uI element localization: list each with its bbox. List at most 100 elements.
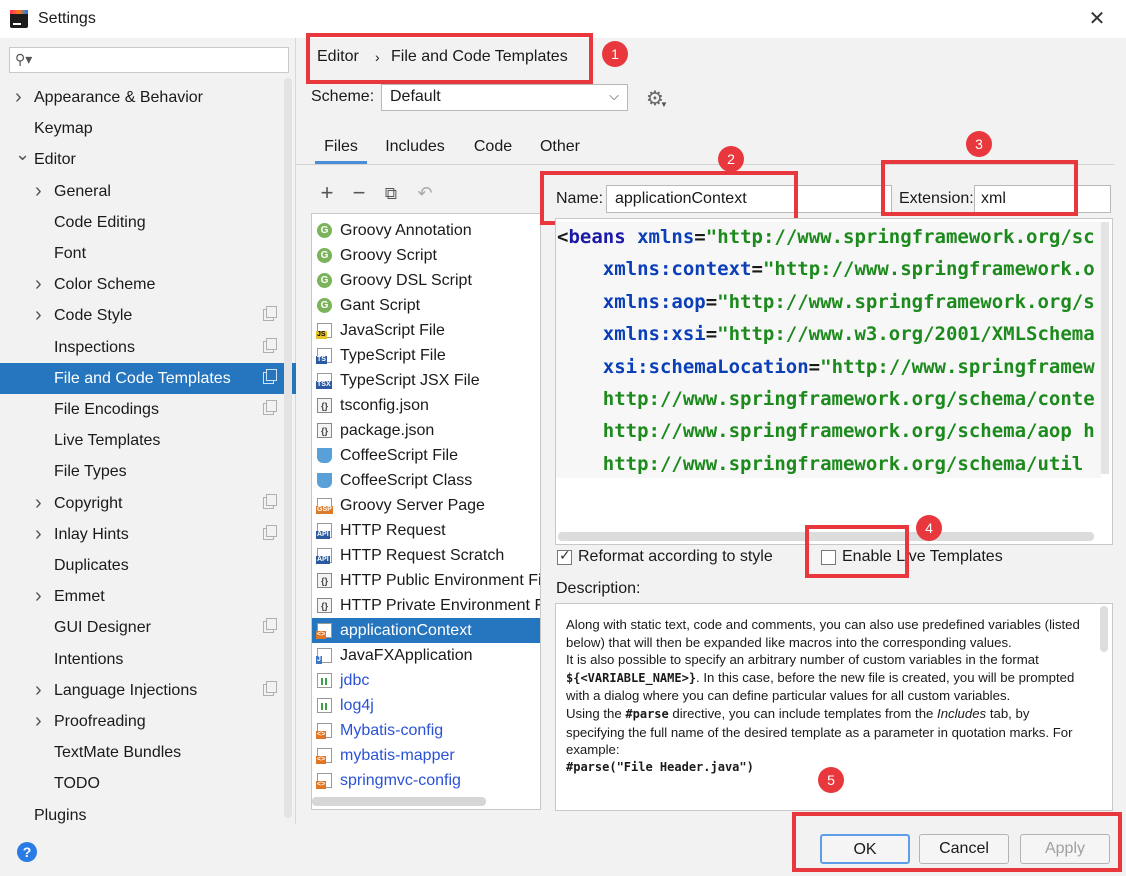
chevron-right-icon[interactable]: › — [35, 176, 42, 207]
sidebar-item-label: File Types — [54, 463, 127, 480]
reformat-label[interactable]: Reformat according to style — [578, 548, 773, 566]
sidebar-item-proofreading[interactable]: › Proofreading — [0, 706, 296, 737]
add-icon[interactable]: + — [315, 180, 339, 206]
template-list-item[interactable]: {} HTTP Private Environment File — [312, 593, 540, 618]
sidebar-item-color-scheme[interactable]: › Color Scheme — [0, 269, 296, 300]
sidebar-item-emmet[interactable]: › Emmet — [0, 581, 296, 612]
sidebar-item-editor[interactable]: ⌄ Editor — [0, 144, 296, 175]
sidebar-item-code-editing[interactable]: Code Editing — [0, 207, 296, 238]
chevron-right-icon[interactable]: › — [35, 675, 42, 706]
template-list-item-label: Groovy Annotation — [340, 222, 472, 239]
chevron-right-icon[interactable]: › — [35, 706, 42, 737]
template-list-item[interactable]: JS JavaScript File — [312, 318, 540, 343]
settings-search-input[interactable] — [9, 47, 289, 73]
sidebar-item-label: Code Style — [54, 307, 133, 324]
description-label: Description: — [556, 580, 641, 597]
sidebar-item-keymap[interactable]: Keymap — [0, 113, 296, 144]
template-list-item[interactable]: CoffeeScript File — [312, 443, 540, 468]
template-list-item[interactable]: <> springmvc-config — [312, 768, 540, 793]
sidebar-item-intentions[interactable]: Intentions — [0, 644, 296, 675]
chevron-right-icon[interactable]: › — [15, 82, 22, 113]
annotation-box-3 — [881, 160, 1078, 216]
template-list-item[interactable]: G Groovy Annotation — [312, 218, 540, 243]
tab-other[interactable]: Other — [535, 132, 585, 164]
template-list-item[interactable]: {} HTTP Public Environment File — [312, 568, 540, 593]
gear-dropdown-caret-icon: ▼ — [660, 100, 668, 109]
sidebar-item-plugins[interactable]: Plugins — [0, 800, 296, 831]
template-list-item-label: springmvc-config — [340, 772, 461, 789]
groovy-file-icon: G — [317, 248, 332, 263]
sidebar-item-font[interactable]: Font — [0, 238, 296, 269]
sidebar-item-label: Inlay Hints — [54, 526, 129, 543]
sidebar-item-file-and-code-templates[interactable]: File and Code Templates — [0, 363, 296, 394]
chevron-right-icon[interactable]: › — [35, 519, 42, 550]
sidebar-item-live-templates[interactable]: Live Templates — [0, 425, 296, 456]
chevron-down-icon[interactable]: ⌄ — [15, 139, 30, 170]
help-icon[interactable]: ? — [17, 842, 37, 862]
sidebar-item-inlay-hints[interactable]: › Inlay Hints — [0, 519, 296, 550]
scheme-dropdown[interactable]: Default ⌵ — [381, 84, 628, 111]
template-list-item[interactable]: <> Mybatis-config — [312, 718, 540, 743]
description-paragraph-3: Using the #parse directive, you can incl… — [566, 705, 1073, 758]
template-list-item[interactable]: API HTTP Request — [312, 518, 540, 543]
template-list-item[interactable]: <> applicationContext — [312, 618, 540, 643]
sidebar-item-gui-designer[interactable]: GUI Designer — [0, 612, 296, 643]
template-list-item[interactable]: <> mybatis-mapper — [312, 743, 540, 768]
template-list-item[interactable]: {} package.json — [312, 418, 540, 443]
scheme-label: Scheme: — [311, 88, 375, 105]
reformat-checkbox[interactable] — [557, 547, 572, 565]
sidebar-item-file-encodings[interactable]: File Encodings — [0, 394, 296, 425]
annotation-badge-2: 2 — [718, 146, 744, 172]
remove-icon[interactable]: − — [347, 180, 371, 206]
code-line: xsi:schemaLocation="http://www.springfra… — [602, 355, 1095, 378]
project-scope-icon — [263, 525, 277, 540]
chevron-right-icon[interactable]: › — [35, 269, 42, 300]
copy-icon[interactable]: ⧉ — [379, 184, 403, 204]
template-list-item[interactable]: G Groovy Script — [312, 243, 540, 268]
close-icon[interactable]: ✕ — [1086, 6, 1108, 31]
template-list-item[interactable]: J JavaFXApplication — [312, 643, 540, 668]
tab-code[interactable]: Code — [469, 132, 517, 164]
sidebar-item-label: Copyright — [54, 495, 123, 512]
chevron-down-icon: ⌵ — [609, 88, 619, 103]
template-list[interactable]: G Groovy Annotation G Groovy Script G Groovy … — [311, 213, 541, 810]
template-list-item[interactable]: G Groovy DSL Script — [312, 268, 540, 293]
template-list-item[interactable]: TSX TypeScript JSX File — [312, 368, 540, 393]
sidebar-item-general[interactable]: › General — [0, 176, 296, 207]
template-list-item[interactable]: G Gant Script — [312, 293, 540, 318]
template-list-item[interactable]: log4j — [312, 693, 540, 718]
sidebar-item-duplicates[interactable]: Duplicates — [0, 550, 296, 581]
sidebar-item-inspections[interactable]: Inspections — [0, 332, 296, 363]
chevron-right-icon[interactable]: › — [35, 488, 42, 519]
template-list-item[interactable]: {} tsconfig.json — [312, 393, 540, 418]
tab-files[interactable]: Files — [315, 132, 367, 164]
sidebar-item-language-injections[interactable]: › Language Injections — [0, 675, 296, 706]
template-list-item-label: HTTP Request Scratch — [340, 547, 505, 564]
template-list-item[interactable]: TS TypeScript File — [312, 343, 540, 368]
chevron-right-icon[interactable]: › — [35, 581, 42, 612]
sidebar-item-copyright[interactable]: › Copyright — [0, 488, 296, 519]
sidebar-item-label: Color Scheme — [54, 276, 156, 293]
template-list-item[interactable]: CoffeeScript Class — [312, 468, 540, 493]
template-list-item[interactable]: GSP Groovy Server Page — [312, 493, 540, 518]
code-vertical-scrollbar[interactable] — [1101, 222, 1109, 474]
template-list-item[interactable]: API HTTP Request Scratch — [312, 543, 540, 568]
sidebar-scrollbar[interactable] — [284, 78, 292, 818]
sidebar-item-appearance-behavior[interactable]: › Appearance & Behavior — [0, 82, 296, 113]
reset-icon[interactable]: ↶ — [413, 183, 437, 204]
template-list-item-label: CoffeeScript File — [340, 447, 458, 464]
xml-file-icon: <> — [316, 723, 332, 739]
json-file-icon: {} — [317, 573, 332, 588]
sidebar-item-textmate-bundles[interactable]: TextMate Bundles — [0, 737, 296, 768]
code-line: <beans xmlns="http://www.springframework… — [557, 226, 1095, 248]
sidebar-item-file-types[interactable]: File Types — [0, 456, 296, 487]
tab-includes[interactable]: Includes — [381, 132, 449, 164]
sidebar-item-code-style[interactable]: › Code Style — [0, 300, 296, 331]
chevron-right-icon[interactable]: › — [35, 300, 42, 331]
sidebar-item-todo[interactable]: TODO — [0, 768, 296, 799]
list-horizontal-scrollbar[interactable] — [312, 797, 486, 806]
description-scrollbar[interactable] — [1100, 606, 1108, 652]
template-list-item[interactable]: jdbc — [312, 668, 540, 693]
sidebar-item-label: Intentions — [54, 651, 124, 668]
doc-file-icon: API — [316, 523, 332, 539]
